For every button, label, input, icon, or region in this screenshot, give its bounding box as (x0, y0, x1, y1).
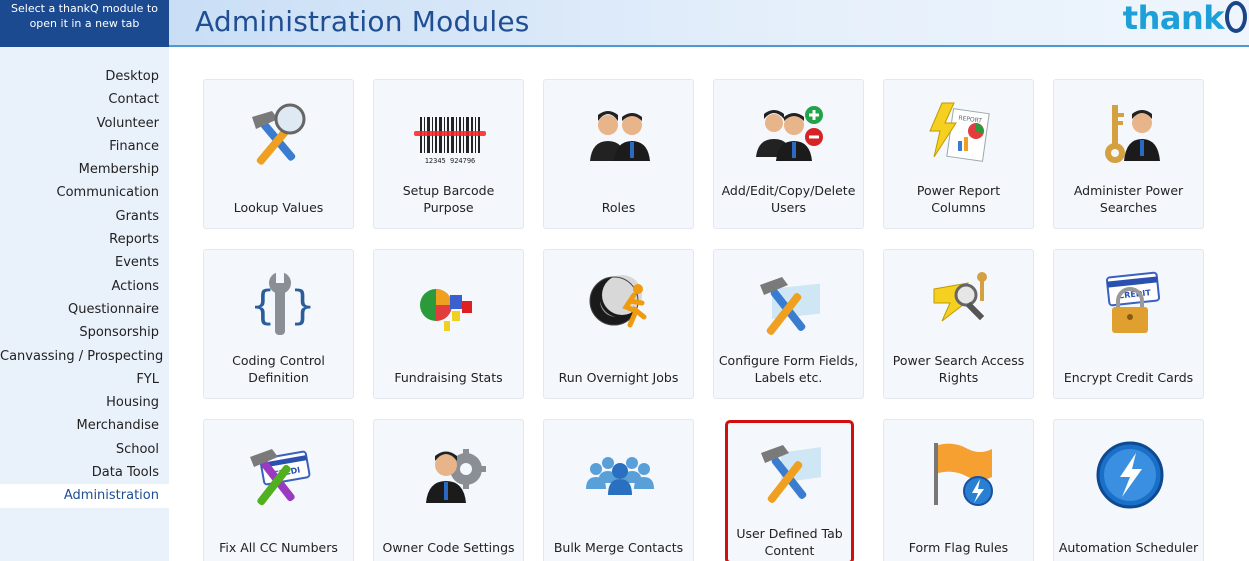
sidebar-item-housing[interactable]: Housing (0, 391, 169, 414)
users-add-remove-icon (756, 106, 823, 161)
tile-configure-form-fields[interactable]: Configure Form Fields, Labels etc. (713, 249, 864, 399)
tile-owner-code-settings[interactable]: Owner Code Settings (373, 419, 524, 561)
tile-form-flag-rules[interactable]: Form Flag Rules (883, 419, 1034, 561)
sidebar-item-merchandise[interactable]: Merchandise (0, 414, 169, 437)
magnifier-tools-icon (252, 103, 306, 165)
tile-label: Owner Code Settings (382, 540, 515, 555)
tile-label: Fundraising Stats (394, 370, 503, 385)
key-user-icon (1105, 105, 1160, 163)
tile-label: Power Report Columns (916, 183, 1001, 215)
sidebar-item-volunteer[interactable]: Volunteer (0, 112, 169, 135)
tile-lookup-values[interactable]: Lookup Values (203, 79, 354, 229)
tile-fix-all-cc-numbers[interactable]: CREDI Fix All CC Numbers (203, 419, 354, 561)
sidebar-header: Select a thankQ module to open it in a n… (0, 0, 169, 47)
tile-label: Roles (601, 200, 636, 215)
night-runner-icon (589, 275, 647, 328)
tile-label: Form Flag Rules (908, 540, 1009, 555)
sidebar-item-questionnaire[interactable]: Questionnaire (0, 298, 169, 321)
sidebar-item-fyl[interactable]: FYL (0, 368, 169, 391)
sidebar-list: Desktop Contact Volunteer Finance Member… (0, 65, 169, 508)
tools-card-icon: CREDI (250, 449, 311, 506)
tile-power-report-columns[interactable]: REPORT Power Report Columns (883, 79, 1034, 229)
barcode-number: 12345 924796 (425, 157, 476, 165)
tile-label: Automation Scheduler (1058, 540, 1199, 555)
sidebar-item-reports[interactable]: Reports (0, 228, 169, 251)
sidebar-item-membership[interactable]: Membership (0, 158, 169, 181)
logo-q-mark (1225, 1, 1247, 33)
tools-form-icon (760, 277, 820, 335)
barcode-icon: 12345 924796 (414, 117, 486, 165)
bolt-globe-icon (1096, 441, 1164, 509)
wrench-braces-icon: { } (250, 271, 315, 335)
tile-power-search-access-rights[interactable]: Power Search Access Rights (883, 249, 1034, 399)
tile-fundraising-stats[interactable]: Fundraising Stats (373, 249, 524, 399)
tile-label: Run Overnight Jobs (558, 370, 679, 385)
tile-label: Encrypt Credit Cards (1063, 370, 1194, 385)
tile-label: Lookup Values (233, 200, 324, 215)
sidebar-item-sponsorship[interactable]: Sponsorship (0, 321, 169, 344)
tile-label: User Defined Tab Content (736, 526, 843, 558)
tile-administer-power-searches[interactable]: Administer Power Searches (1053, 79, 1204, 229)
sidebar-item-finance[interactable]: Finance (0, 135, 169, 158)
tile-label: Configure Form Fields, Labels etc. (718, 353, 859, 385)
tile-roles[interactable]: Roles (543, 79, 694, 229)
tile-automation-scheduler[interactable]: Automation Scheduler (1053, 419, 1204, 561)
tile-add-edit-copy-delete-users[interactable]: Add/Edit/Copy/Delete Users (713, 79, 864, 229)
sidebar-item-administration[interactable]: Administration (0, 484, 169, 508)
sidebar-item-contact[interactable]: Contact (0, 88, 169, 111)
tools-tab-icon (761, 445, 821, 503)
tile-setup-barcode-purpose[interactable]: 12345 924796 Setup Barcode Purpose (373, 79, 524, 229)
power-report-icon: REPORT (929, 102, 990, 162)
tile-label: Administer Power Searches (1073, 183, 1184, 215)
tile-label: Power Search Access Rights (892, 353, 1025, 385)
tile-label: Coding Control Definition (232, 353, 325, 385)
credit-lock-icon: CREDIT (1105, 271, 1161, 333)
sidebar-item-communication[interactable]: Communication (0, 181, 169, 204)
sidebar: Select a thankQ module to open it in a n… (0, 0, 169, 561)
sidebar-item-actions[interactable]: Actions (0, 275, 169, 298)
page-title: Administration Modules (195, 5, 530, 38)
modules-grid: Lookup Values 12345 924796 Setup Barcode… (169, 49, 1249, 561)
sidebar-item-canvassing[interactable]: Canvassing / Prospecting (0, 345, 169, 368)
logo-text: thank (1122, 0, 1225, 37)
tile-encrypt-credit-cards[interactable]: CREDIT Encrypt Credit Cards (1053, 249, 1204, 399)
svg-text:}: } (290, 283, 315, 329)
tile-label: Add/Edit/Copy/Delete Users (721, 183, 856, 215)
tile-run-overnight-jobs[interactable]: Run Overnight Jobs (543, 249, 694, 399)
search-key-icon (933, 272, 987, 322)
tile-label: Bulk Merge Contacts (553, 540, 684, 555)
sidebar-item-grants[interactable]: Grants (0, 205, 169, 228)
flag-bolt-icon (934, 443, 993, 506)
sidebar-item-desktop[interactable]: Desktop (0, 65, 169, 88)
tile-label: Fix All CC Numbers (219, 540, 338, 555)
users-pair-icon (590, 111, 650, 161)
thankq-logo: thank (1123, 0, 1247, 37)
sidebar-item-events[interactable]: Events (0, 251, 169, 274)
tile-label: Setup Barcode Purpose (402, 183, 495, 215)
group-merge-icon (586, 457, 654, 495)
tile-user-defined-tab-content[interactable]: User Defined Tab Content (725, 420, 854, 561)
tile-coding-control-definition[interactable]: { } Coding Control Definition (203, 249, 354, 399)
sidebar-item-school[interactable]: School (0, 438, 169, 461)
sidebar-item-data-tools[interactable]: Data Tools (0, 461, 169, 484)
page-header: Administration Modules thank (169, 0, 1249, 47)
tile-bulk-merge-contacts[interactable]: Bulk Merge Contacts (543, 419, 694, 561)
stats-chart-icon (420, 289, 472, 331)
user-gear-icon (426, 449, 486, 503)
